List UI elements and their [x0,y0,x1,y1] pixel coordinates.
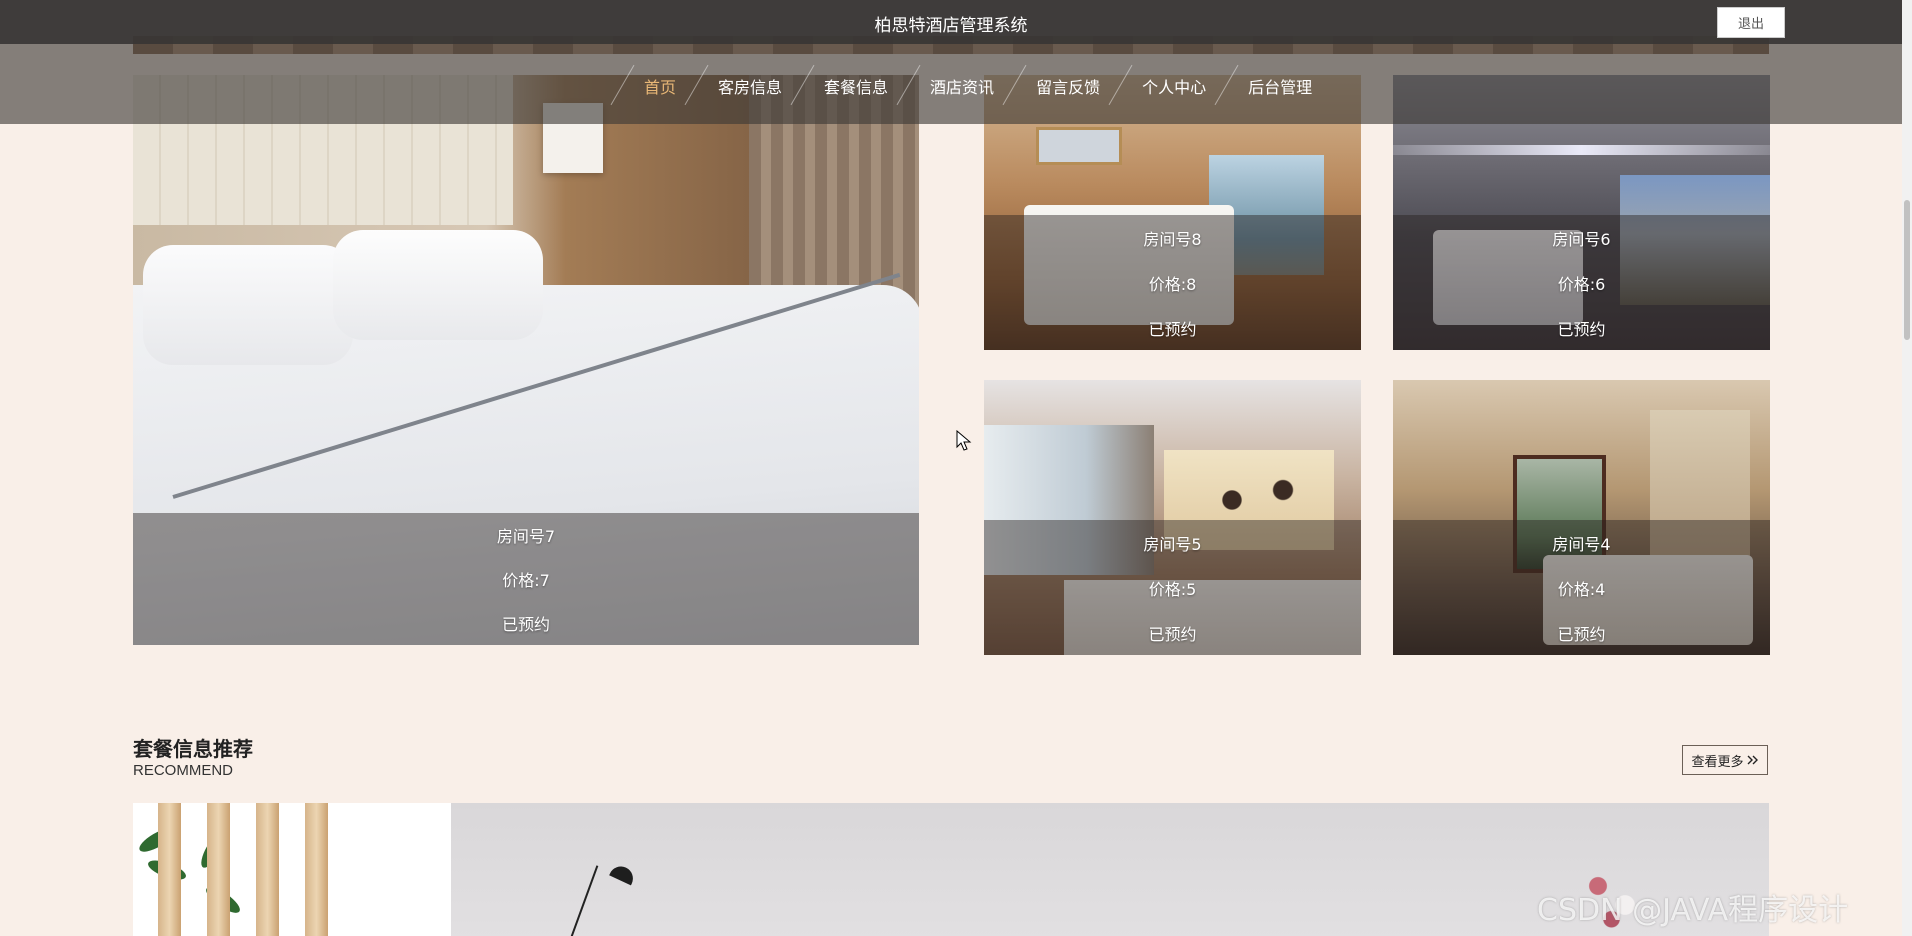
room-number: 房间号7 [496,527,556,546]
double-chevron-right-icon [1747,755,1758,765]
floor-lamp [565,865,599,936]
room-price: 价格:4 [1557,579,1606,599]
room-price: 价格:8 [1148,274,1197,294]
room-status: 已预约 [1148,319,1197,339]
mouse-cursor-icon [956,430,972,451]
floor-lamp-shade [609,862,637,886]
room-caption: 房间号8 价格:8 已预约 [984,215,1361,350]
section-subtitle: RECOMMEND [133,762,233,779]
site-title: 柏思特酒店管理系统 [874,16,1028,36]
room-photo-painting [1036,127,1122,165]
wood-slat [207,803,230,936]
package-image[interactable] [133,803,451,936]
wood-slat [256,803,279,936]
room-card-7[interactable]: 房间号7 价格:7 已预约 [133,75,919,645]
room-photo-pillow [143,245,353,365]
room-card-4[interactable]: 房间号4 价格:4 已预约 [1393,380,1770,655]
room-number: 房间号5 [1143,534,1202,554]
nav-item-admin[interactable]: 后台管理 [1224,66,1330,106]
view-more-label: 查看更多 [1691,754,1744,770]
nav-item-packages[interactable]: 套餐信息 [800,66,906,106]
nav-item-profile[interactable]: 个人中心 [1118,66,1224,106]
room-card-5[interactable]: 房间号5 价格:5 已预约 [984,380,1361,655]
room-price: 价格:5 [1148,579,1197,599]
watermark: CSDN @JAVA程序设计 [1537,893,1849,928]
wood-slat [305,803,328,936]
room-price: 价格:6 [1557,274,1606,294]
room-number: 房间号4 [1552,534,1611,554]
room-price: 价格:7 [502,571,550,590]
scrollbar-thumb[interactable] [1904,200,1910,340]
room-photo-pillow [333,230,543,340]
room-number: 房间号8 [1143,229,1202,249]
nav-item-feedback[interactable]: 留言反馈 [1012,66,1118,106]
room-photo-ceiling-light [1393,145,1770,155]
nav-item-rooms[interactable]: 客房信息 [694,66,800,106]
nav-item-home[interactable]: 首页 [620,66,694,106]
room-number: 房间号6 [1552,229,1611,249]
room-caption: 房间号7 价格:7 已预约 [133,513,919,645]
nav-item-news[interactable]: 酒店资讯 [906,66,1012,106]
room-status: 已预约 [501,615,550,634]
room-caption: 房间号6 价格:6 已预约 [1393,215,1770,350]
section-title: 套餐信息推荐 [133,737,253,761]
room-status: 已预约 [1148,624,1197,644]
view-more-button[interactable]: 查看更多 [1682,745,1768,775]
header-bar: 柏思特酒店管理系统 退出 首页 客房信息 套餐信息 酒店资讯 留言反馈 个人中心… [0,0,1902,124]
wood-slat [158,803,181,936]
logout-button[interactable]: 退出 [1717,7,1785,38]
page: 房间号7 价格:7 已预约 房间号8 价格:8 已预约 房间号6 价格:6 已预… [0,0,1912,936]
room-caption: 房间号4 价格:4 已预约 [1393,520,1770,655]
main-nav: 首页 客房信息 套餐信息 酒店资讯 留言反馈 个人中心 后台管理 [620,66,1330,106]
room-status: 已预约 [1557,319,1606,339]
room-status: 已预约 [1557,624,1606,644]
room-caption: 房间号5 价格:5 已预约 [984,520,1361,655]
vertical-scrollbar[interactable] [1902,0,1912,936]
